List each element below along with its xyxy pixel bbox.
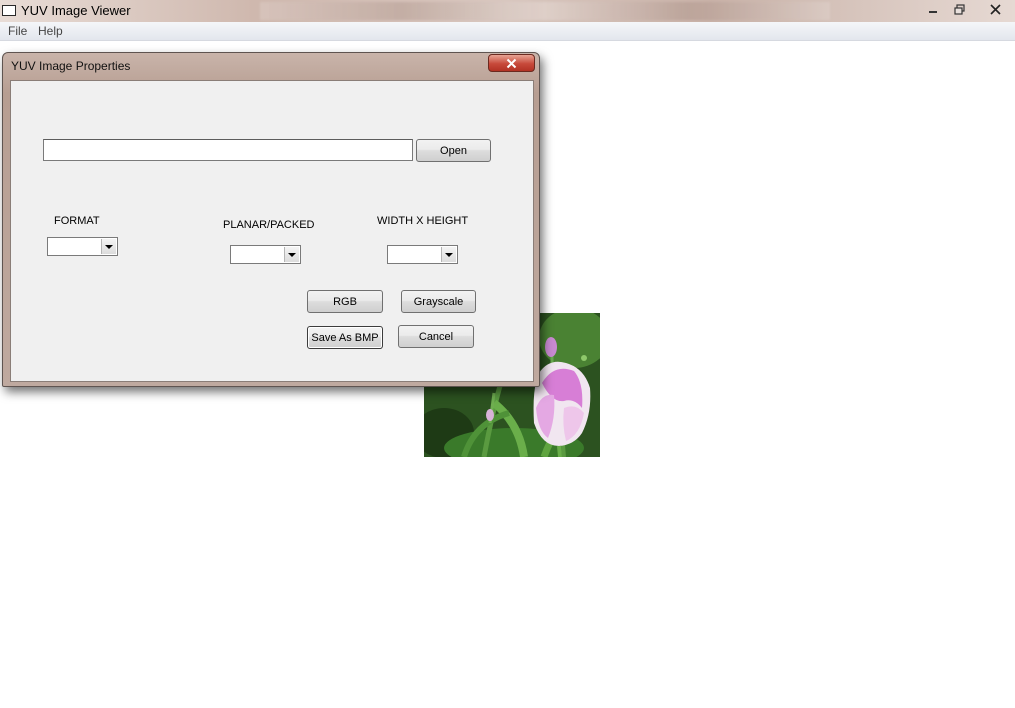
- menu-help[interactable]: Help: [38, 24, 63, 38]
- planar-packed-dropdown[interactable]: [230, 245, 301, 264]
- yuv-properties-dialog: YUV Image Properties Open FORMAT PLANAR/…: [2, 52, 540, 387]
- format-label: FORMAT: [54, 215, 100, 227]
- restore-icon: [953, 3, 965, 15]
- grayscale-button[interactable]: Grayscale: [401, 290, 476, 313]
- format-dropdown[interactable]: [47, 237, 118, 256]
- minimize-button[interactable]: [920, 0, 946, 18]
- restore-button[interactable]: [946, 0, 972, 18]
- width-height-label: WIDTH X HEIGHT: [377, 215, 469, 227]
- open-button[interactable]: Open: [416, 139, 491, 162]
- close-icon: [506, 58, 517, 68]
- dialog-client-area: Open FORMAT PLANAR/PACKED WIDTH X HEIGHT…: [10, 80, 534, 382]
- window-title: YUV Image Viewer: [21, 3, 131, 18]
- minimize-icon: [929, 11, 937, 13]
- window-close-button[interactable]: [976, 0, 1015, 18]
- save-as-bmp-button[interactable]: Save As BMP: [307, 326, 383, 349]
- title-bar-background: [260, 2, 830, 20]
- dialog-title: YUV Image Properties: [11, 59, 131, 73]
- menu-file[interactable]: File: [8, 24, 27, 38]
- rgb-button[interactable]: RGB: [307, 290, 383, 313]
- app-window-icon: [2, 5, 16, 16]
- cancel-button[interactable]: Cancel: [398, 325, 474, 348]
- width-height-dropdown[interactable]: [387, 245, 458, 264]
- chevron-down-icon[interactable]: [441, 247, 456, 262]
- dialog-close-button[interactable]: [488, 54, 535, 72]
- main-title-bar[interactable]: YUV Image Viewer: [0, 0, 1015, 22]
- file-path-input[interactable]: [43, 139, 413, 161]
- chevron-down-icon[interactable]: [101, 239, 116, 254]
- menu-bar: File Help: [0, 22, 1015, 41]
- close-icon: [990, 3, 1001, 15]
- yuv-image-viewer-app: YUV Image Viewer File Help YUV Image Pro…: [0, 0, 1015, 708]
- chevron-down-icon[interactable]: [284, 247, 299, 262]
- planar-packed-label: PLANAR/PACKED: [223, 219, 315, 231]
